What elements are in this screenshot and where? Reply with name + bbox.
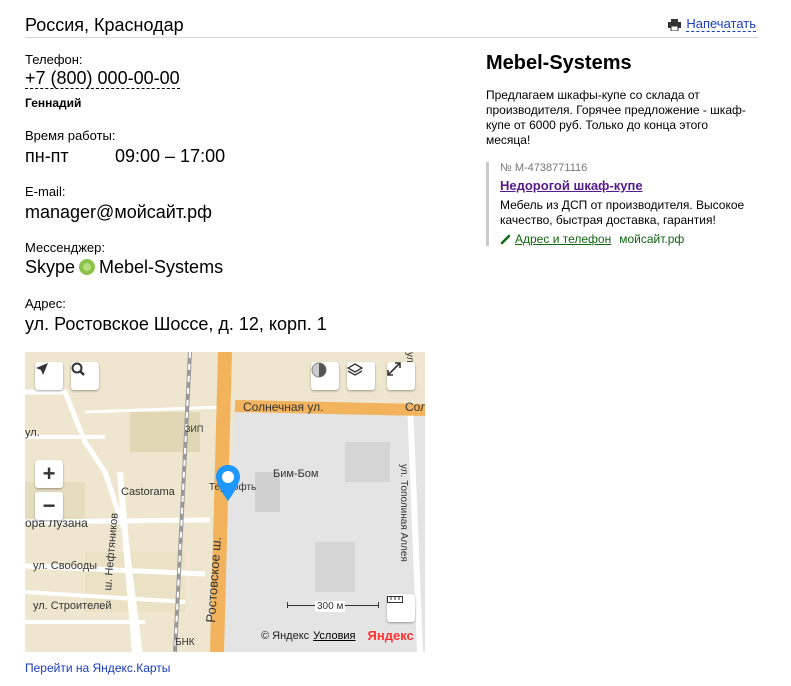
search-icon	[71, 362, 85, 376]
street-ul: ул.	[25, 427, 40, 439]
geolocation-icon	[36, 363, 48, 375]
ad-link[interactable]: Недорогой шкаф-купе	[500, 178, 643, 193]
scale-label: 300 м	[315, 601, 346, 612]
ad-card: № М-4738771116 Недорогой шкаф-купе Мебел…	[486, 162, 760, 246]
ad-text: Мебель из ДСП от производителя. Высокое …	[500, 198, 745, 227]
yandex-logo[interactable]: Яндекс	[368, 628, 414, 643]
ruler-icon	[387, 596, 403, 603]
skype-icon	[79, 258, 96, 275]
ad-contact-link[interactable]: Адрес и телефон	[500, 232, 611, 246]
zoom-in-button[interactable]: +	[35, 460, 63, 488]
phone-label: Телефон:	[25, 52, 83, 67]
poi-bnk: БНК	[175, 637, 195, 648]
locate-button[interactable]	[35, 362, 63, 390]
poi-bimbom: Бим-Бом	[273, 468, 319, 480]
phone-value[interactable]: +7 (800) 000-00-00	[25, 68, 180, 89]
terms-link[interactable]: Условия	[313, 630, 355, 642]
street-svobody: ул. Свободы	[33, 560, 98, 572]
ad-site[interactable]: мойсайт.рф	[619, 232, 684, 246]
layers-icon	[347, 363, 363, 376]
print-label: Напечатать	[686, 16, 756, 32]
hours-days: пн-пт	[25, 146, 69, 166]
messenger-value: Skype Mebel-Systems	[25, 257, 223, 278]
messenger-service: Skype	[25, 257, 76, 277]
map-search-button[interactable]	[71, 362, 99, 390]
layers-button[interactable]	[347, 362, 375, 390]
company-name: Mebel-Systems	[486, 52, 632, 74]
street-stroiteley: ул. Строителей	[33, 600, 112, 612]
map-widget[interactable]: Солнечная ул. Сол ул. ЗИП Бим-Бом Castor…	[25, 352, 425, 652]
expand-icon	[387, 362, 401, 376]
street-sol-short: Сол	[405, 400, 425, 414]
traffic-button[interactable]	[311, 362, 339, 390]
messenger-user: Mebel-Systems	[99, 257, 224, 277]
address-value: ул. Ростовское Шоссе, д. 12, корп. 1	[25, 314, 327, 334]
yandex-maps-link[interactable]: Перейти на Яндекс.Карты	[25, 661, 170, 675]
plus-icon: +	[42, 461, 56, 486]
page-header: Россия, Краснодар Напечатать	[25, 12, 758, 38]
ad-number: № М-4738771116	[500, 162, 588, 174]
email-value[interactable]: manager@мойсайт.рф	[25, 202, 212, 223]
poi-zip: ЗИП	[185, 424, 204, 434]
phone-link[interactable]: +7 (800) 000-00-00	[25, 68, 180, 89]
messenger-label: Мессенджер:	[25, 240, 105, 255]
street-topolinaya: ул. Тополиная Аллея	[398, 464, 409, 562]
zoom-out-button[interactable]: −	[35, 492, 63, 520]
email-label: E-mail:	[25, 184, 66, 199]
minus-icon: −	[42, 493, 56, 518]
company-description: Предлагаем шкафы-купе со склада от произ…	[486, 88, 746, 147]
ruler-button[interactable]	[387, 594, 415, 622]
contact-person: Геннадий	[25, 96, 82, 110]
location-pin-icon[interactable]	[215, 464, 241, 502]
ad-footer: Адрес и телефон мойсайт.рф	[500, 232, 760, 246]
printer-icon	[668, 18, 682, 31]
copyright-text: © Яндекс	[261, 629, 310, 642]
street-solnechnaya: Солнечная ул.	[243, 400, 324, 414]
hours-time: 09:00 – 17:00	[115, 146, 226, 166]
print-button[interactable]: Напечатать	[668, 17, 756, 32]
city-title: Россия, Краснодар	[25, 15, 184, 35]
map-copyright: © Яндекс Условия Яндекс	[261, 628, 414, 643]
traffic-icon	[311, 362, 327, 378]
ad-contact-label: Адрес и телефон	[515, 232, 612, 246]
hours-label: Время работы:	[25, 128, 116, 143]
fullscreen-button[interactable]	[387, 362, 415, 390]
address-label: Адрес:	[25, 296, 66, 311]
poi-castorama: Castorama	[121, 486, 175, 498]
phone-icon	[500, 234, 511, 244]
